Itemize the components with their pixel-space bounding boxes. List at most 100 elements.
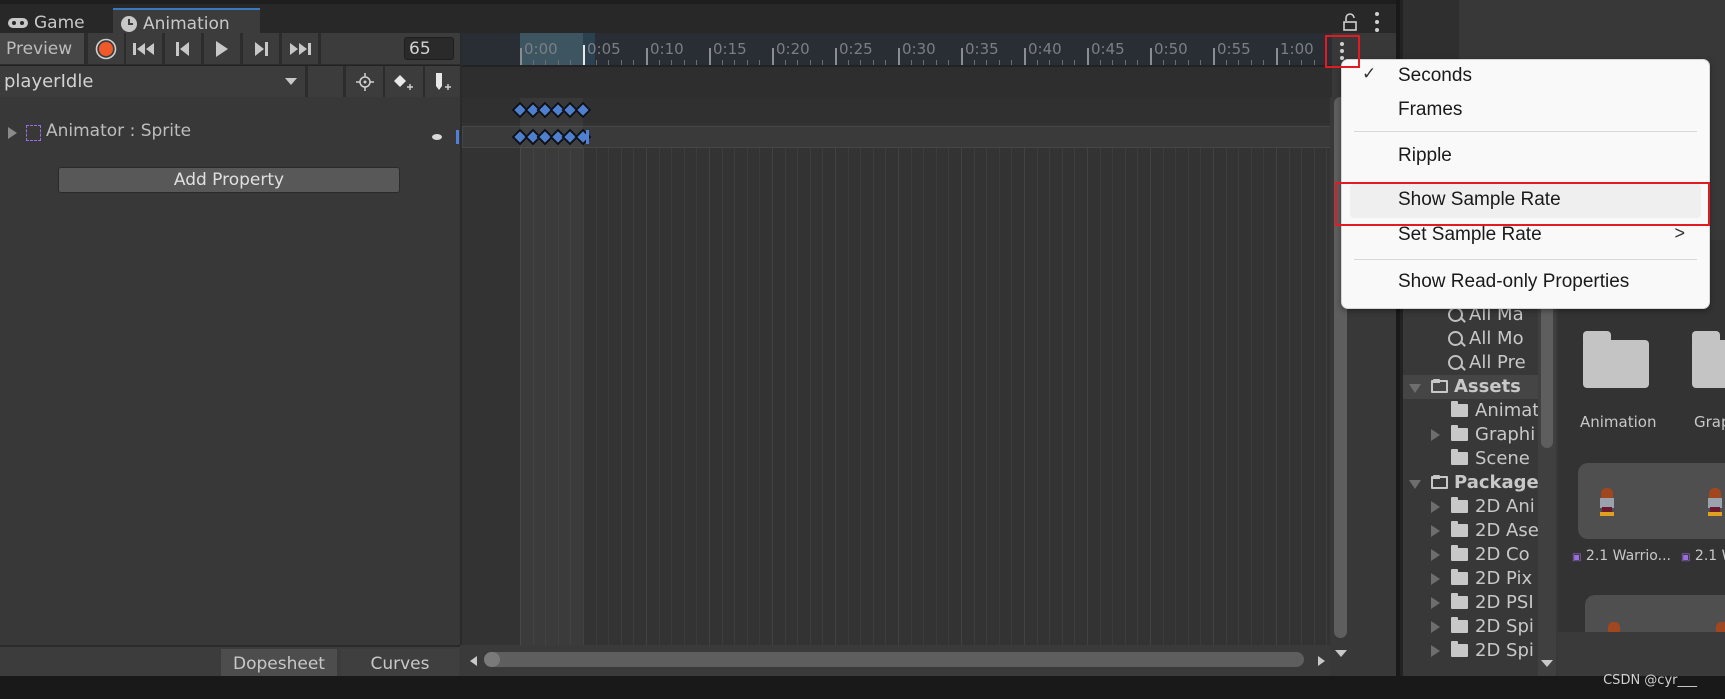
expand-arrow-icon[interactable] bbox=[1431, 501, 1440, 513]
folder-icon bbox=[1451, 449, 1468, 465]
scroll-down-arrow-icon[interactable] bbox=[1335, 650, 1347, 657]
tree-item[interactable]: 2D Spi bbox=[1403, 615, 1538, 639]
record-button[interactable] bbox=[88, 33, 124, 64]
tree-item-label: 2D Spi bbox=[1475, 640, 1534, 661]
dopesheet[interactable]: 0:00 0:05 0:10 0:15 0:20 0:25 0:30 0:35 0:40 0:45… bbox=[456, 33, 1332, 645]
sprite-icon: ▣ bbox=[1572, 552, 1582, 563]
timeline-gridline bbox=[1187, 148, 1189, 645]
timeline-gridline bbox=[847, 148, 849, 645]
expand-arrow-icon[interactable] bbox=[1431, 429, 1440, 441]
menu-item-label: Ripple bbox=[1398, 145, 1452, 166]
expand-arrow-icon[interactable] bbox=[1431, 549, 1440, 561]
asset-label[interactable]: Grap bbox=[1694, 413, 1725, 431]
first-keyframe-button[interactable] bbox=[126, 33, 162, 64]
tree-item[interactable]: 2D Spi bbox=[1403, 639, 1538, 663]
last-keyframe-button[interactable] bbox=[282, 33, 318, 64]
previous-keyframe-button[interactable] bbox=[165, 33, 201, 64]
timeline-gridline bbox=[683, 148, 685, 645]
add-event-button[interactable] bbox=[425, 66, 460, 97]
ruler-tick-label: 0:15 bbox=[713, 40, 747, 58]
tree-item[interactable]: 2D Ase bbox=[1403, 519, 1538, 543]
record-icon bbox=[95, 38, 117, 59]
menu-item-show-read-only-properties[interactable]: Show Read-only Properties bbox=[1342, 266, 1709, 300]
tree-item[interactable]: 2D Ani bbox=[1403, 495, 1538, 519]
expand-arrow-icon[interactable] bbox=[1409, 480, 1421, 489]
project-header-left bbox=[1403, 0, 1459, 60]
tree-item[interactable]: 2D Pix bbox=[1403, 567, 1538, 591]
property-keyframe-row[interactable] bbox=[462, 126, 1332, 148]
timeline-ruler[interactable]: 0:00 0:05 0:10 0:15 0:20 0:25 0:30 0:35 0:40 0:45… bbox=[462, 33, 1332, 67]
ruler-minor-tick bbox=[620, 60, 622, 65]
playhead[interactable] bbox=[583, 45, 585, 65]
tab-dopesheet[interactable]: Dopesheet bbox=[221, 649, 337, 678]
tab-curves[interactable]: Curves bbox=[341, 649, 459, 678]
play-button[interactable] bbox=[204, 33, 240, 64]
folder-icon[interactable] bbox=[1692, 331, 1725, 388]
clip-end-marker[interactable] bbox=[586, 130, 589, 144]
timeline-options-kebab-icon[interactable] bbox=[1338, 42, 1346, 60]
ruler-minor-tick bbox=[935, 60, 937, 65]
add-property-button[interactable]: Add Property bbox=[58, 167, 400, 193]
tree-item[interactable]: 2D PSI bbox=[1403, 591, 1538, 615]
timeline-gridline bbox=[1175, 148, 1177, 645]
next-keyframe-button[interactable] bbox=[243, 33, 279, 64]
expand-arrow-icon[interactable] bbox=[1431, 525, 1440, 537]
property-label[interactable]: Animator : Sprite bbox=[46, 121, 191, 141]
asset-label[interactable]: Animation bbox=[1580, 413, 1656, 431]
property-options-dot-icon[interactable] bbox=[432, 134, 442, 140]
tab-game-label: Game bbox=[34, 12, 85, 33]
folder-icon[interactable] bbox=[1583, 331, 1649, 388]
folder-icon bbox=[1451, 545, 1468, 561]
lock-icon[interactable] bbox=[1342, 13, 1358, 31]
asset-label[interactable]: ▣ 2.1 Warrio... bbox=[1572, 548, 1671, 564]
ruler-minor-tick bbox=[1112, 60, 1114, 65]
expand-arrow-icon[interactable] bbox=[8, 127, 17, 139]
summary-keyframe-row[interactable] bbox=[462, 98, 1332, 123]
timeline-gridline bbox=[1087, 148, 1088, 645]
scrollbar-thumb[interactable] bbox=[484, 652, 500, 667]
timeline-gridline bbox=[1061, 148, 1063, 645]
tree-item[interactable]: Graphi bbox=[1403, 423, 1538, 447]
timeline-gridline bbox=[1200, 148, 1202, 645]
folder-icon bbox=[1451, 497, 1468, 513]
ruler-major-tick bbox=[646, 48, 648, 65]
ruler-minor-tick bbox=[683, 60, 685, 65]
expand-arrow-icon[interactable] bbox=[1431, 573, 1440, 585]
window-menu-kebab-icon[interactable] bbox=[1372, 12, 1382, 32]
tree-item[interactable]: 2D Co bbox=[1403, 543, 1538, 567]
menu-item-frames[interactable]: Frames bbox=[1342, 94, 1709, 128]
add-keyframe-button[interactable] bbox=[385, 66, 423, 97]
tree-item[interactable]: Package bbox=[1403, 471, 1538, 495]
menu-item-seconds[interactable]: ✓ Seconds bbox=[1342, 60, 1709, 94]
scroll-left-arrow-icon[interactable] bbox=[470, 656, 477, 666]
ruler-minor-tick bbox=[721, 60, 723, 65]
expand-arrow-icon[interactable] bbox=[1431, 645, 1440, 657]
tree-item[interactable]: All Mo bbox=[1403, 327, 1538, 351]
tree-item[interactable]: Animat bbox=[1403, 399, 1538, 423]
current-frame-field[interactable]: 65 bbox=[404, 37, 454, 60]
ruler-tick-label: 0:00 bbox=[524, 40, 558, 58]
event-row[interactable] bbox=[462, 67, 1332, 98]
clip-start-marker[interactable] bbox=[456, 130, 459, 144]
filter-by-selection-button[interactable] bbox=[346, 66, 383, 97]
ruler-major-tick bbox=[898, 48, 900, 65]
scroll-down-arrow-icon[interactable] bbox=[1541, 660, 1553, 667]
tree-item[interactable]: Assets bbox=[1403, 375, 1538, 399]
timeline-gridline bbox=[961, 148, 962, 645]
expand-arrow-icon[interactable] bbox=[1409, 384, 1421, 393]
tree-item[interactable]: All Pre bbox=[1403, 351, 1538, 375]
timeline-gridline bbox=[948, 148, 950, 645]
scrollbar-track[interactable] bbox=[484, 652, 1304, 667]
ruler-minor-tick bbox=[1238, 60, 1240, 65]
menu-item-ripple[interactable]: Ripple bbox=[1342, 140, 1709, 174]
clip-dropdown[interactable]: playerIdle bbox=[0, 66, 305, 97]
tree-item-label: Animat bbox=[1475, 400, 1538, 421]
expand-arrow-icon[interactable] bbox=[1431, 621, 1440, 633]
watermark: CSDN @cyr___ bbox=[1603, 673, 1697, 688]
expand-arrow-icon[interactable] bbox=[1431, 597, 1440, 609]
tree-item[interactable]: Scene bbox=[1403, 447, 1538, 471]
scroll-right-arrow-icon[interactable] bbox=[1318, 656, 1325, 666]
asset-label[interactable]: ▣ 2.1 W bbox=[1681, 548, 1725, 564]
preview-button[interactable]: Preview bbox=[0, 33, 84, 64]
horizontal-scrollbar[interactable] bbox=[460, 645, 1330, 676]
